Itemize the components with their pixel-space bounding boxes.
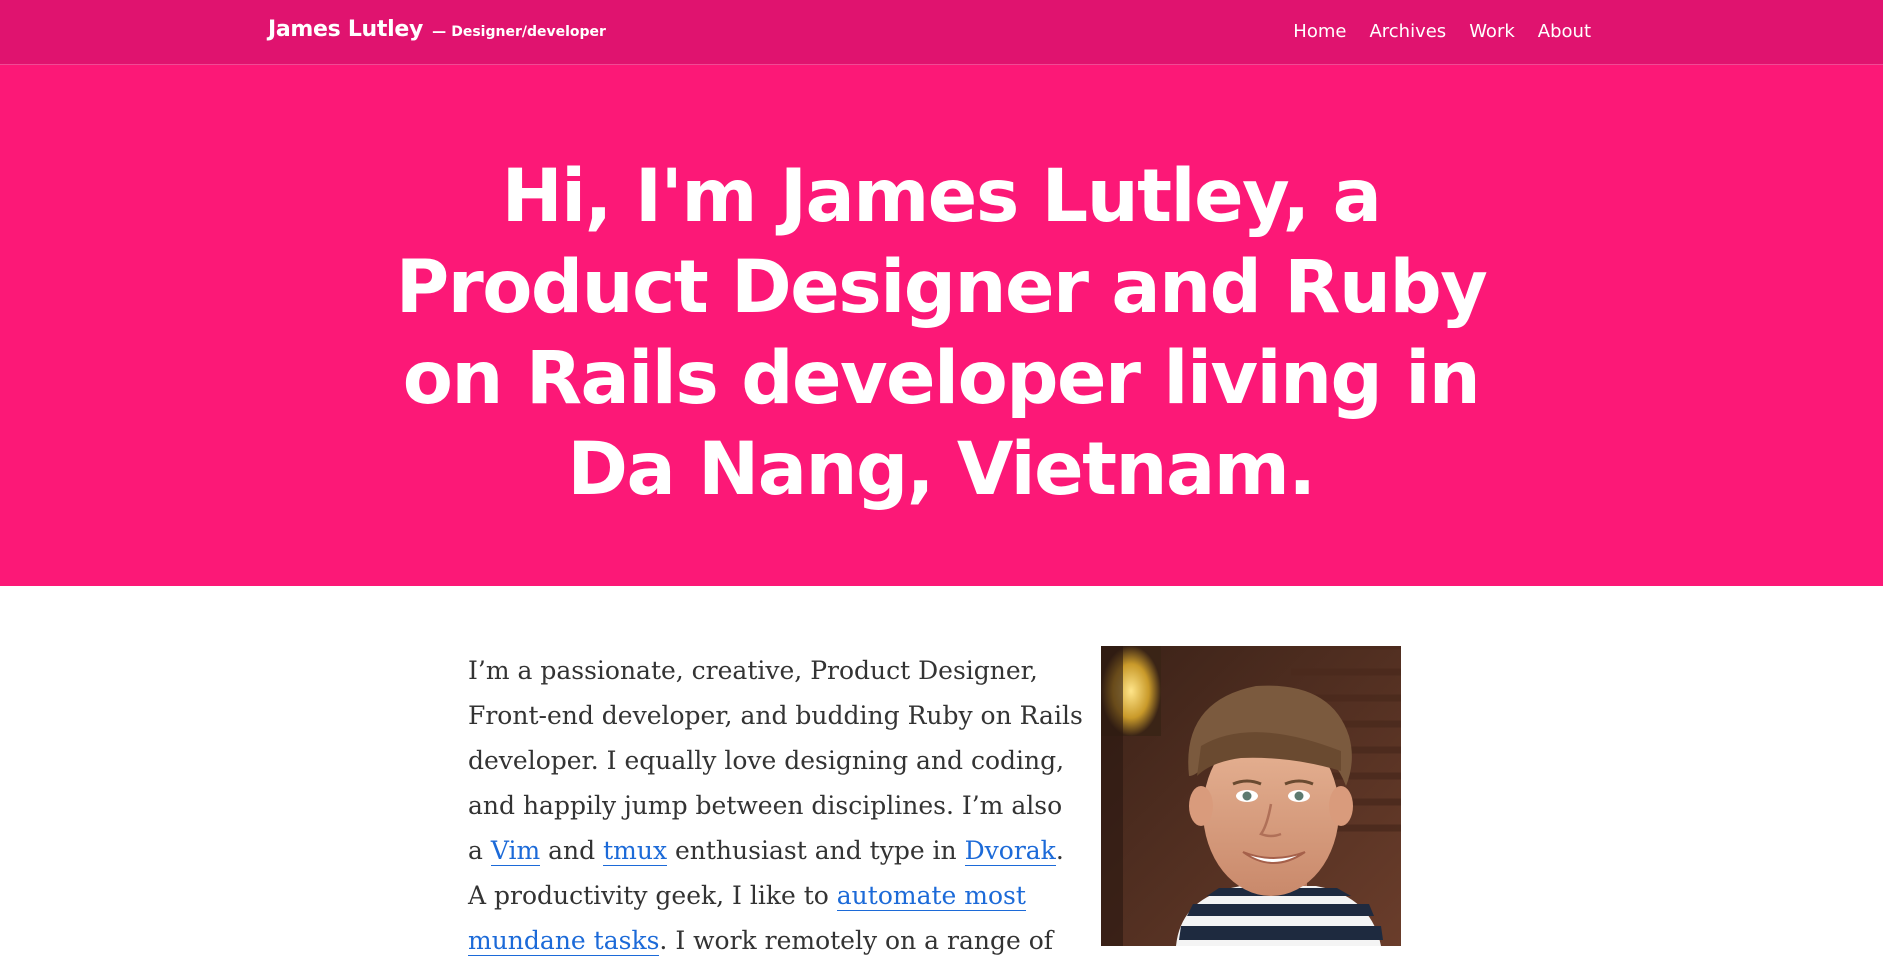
about-content: I’m a passionate, creative, Product Desi… [0, 586, 1883, 957]
tmux-link[interactable]: tmux [603, 836, 668, 866]
site-header: James Lutley — Designer/developer Home A… [0, 0, 1883, 65]
brand-name: James Lutley [268, 17, 424, 42]
profile-photo [1101, 646, 1401, 946]
intro-text-5: . I work remotely on a range of [659, 926, 1054, 955]
intro-paragraph: I’m a passionate, creative, Product Desi… [468, 648, 1083, 957]
nav-work-link[interactable]: Work [1469, 21, 1515, 42]
nav-about-link[interactable]: About [1538, 21, 1591, 42]
intro-text-2: and [540, 836, 604, 865]
nav-home-link[interactable]: Home [1293, 21, 1346, 42]
vim-link[interactable]: Vim [490, 836, 541, 866]
dvorak-link[interactable]: Dvorak [964, 836, 1056, 866]
brand-separator: — [432, 24, 447, 40]
site-brand[interactable]: James Lutley — Designer/developer [268, 17, 606, 42]
brand-tagline: Designer/developer [451, 24, 606, 40]
profile-photo-image [1101, 646, 1401, 946]
hero-title: Hi, I'm James Lutley, a Product Designer… [395, 154, 1488, 512]
intro-text-3: enthusiast and type in [667, 836, 965, 865]
nav-archives-link[interactable]: Archives [1369, 21, 1446, 42]
hero-banner: Hi, I'm James Lutley, a Product Designer… [0, 65, 1883, 586]
main-nav: Home Archives Work About [1293, 21, 1591, 42]
intro-text-1: I’m a passionate, creative, Product Desi… [468, 656, 1083, 865]
